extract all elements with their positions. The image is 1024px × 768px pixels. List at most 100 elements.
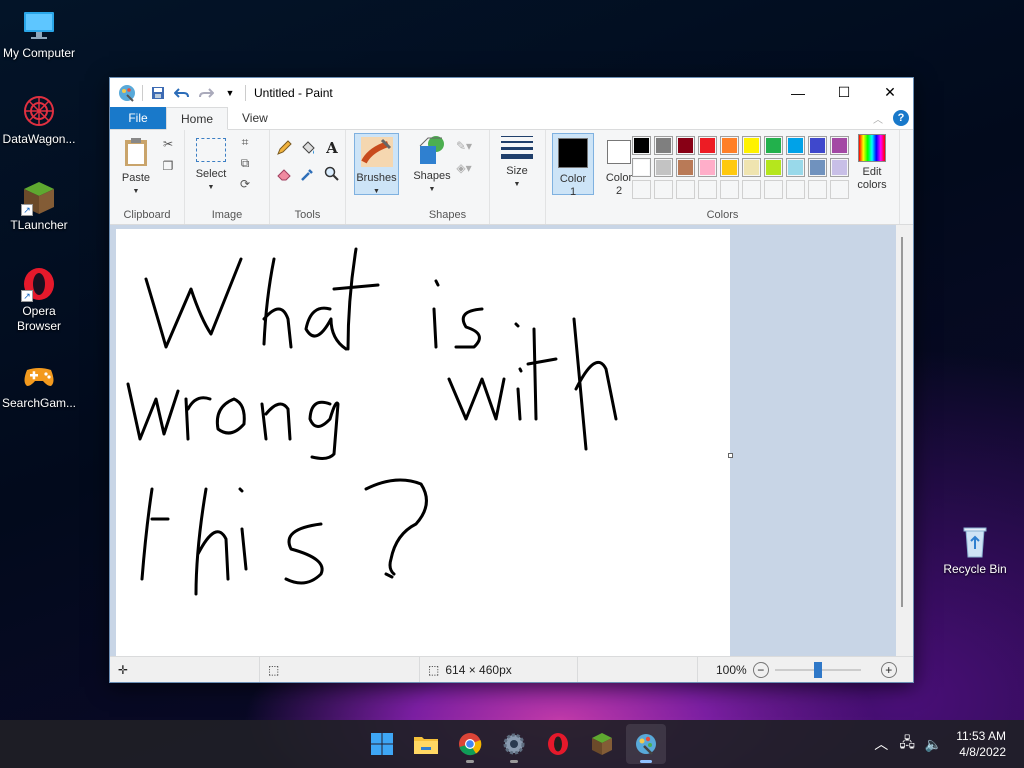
palette-swatch[interactable]: [676, 158, 695, 177]
desktop-icon-datawagon[interactable]: DataWagon...: [0, 94, 79, 147]
tab-home[interactable]: Home: [166, 107, 229, 130]
palette-swatch[interactable]: [742, 136, 761, 155]
title-bar[interactable]: ▼ Untitled - Paint — ☐ ✕: [110, 78, 913, 107]
palette-swatch[interactable]: [742, 180, 761, 199]
help-icon[interactable]: ?: [893, 110, 909, 126]
palette-swatch[interactable]: [698, 180, 717, 199]
palette-swatch[interactable]: [654, 158, 673, 177]
show-hidden-icons-chevron-icon[interactable]: ︿: [868, 734, 894, 754]
color1-button[interactable]: Color 1: [552, 133, 594, 198]
palette-swatch[interactable]: [676, 180, 695, 199]
taskbar-opera[interactable]: [538, 724, 578, 764]
eraser-icon[interactable]: [276, 166, 292, 182]
shapes-button[interactable]: Shapes ▼: [412, 134, 452, 196]
volume-icon[interactable]: 🔈: [920, 736, 946, 753]
desktop-icon-label: My Computer: [2, 46, 76, 60]
text-tool-icon[interactable]: A: [324, 140, 340, 156]
magnifier-icon[interactable]: [324, 166, 340, 182]
desktop-icon-searchgames[interactable]: SearchGam...: [0, 358, 79, 411]
paste-label: Paste: [121, 172, 151, 184]
paint-app-icon[interactable]: [118, 84, 136, 102]
rotate-icon[interactable]: ⟳: [237, 176, 253, 192]
monitor-icon: [21, 8, 57, 44]
canvas-resize-handle[interactable]: [728, 453, 733, 458]
copy-icon[interactable]: ❐: [160, 158, 176, 174]
edit-colors-label: Edit colors: [857, 166, 887, 191]
taskbar-chrome[interactable]: [450, 724, 490, 764]
line-thickness-icon: [501, 136, 533, 159]
taskbar-file-explorer[interactable]: [406, 724, 446, 764]
zoom-out-button[interactable]: −: [752, 661, 769, 678]
palette-swatch[interactable]: [830, 136, 849, 155]
zoom-slider-thumb[interactable]: [813, 661, 822, 678]
palette-swatch[interactable]: [786, 158, 805, 177]
palette-swatch[interactable]: [808, 180, 827, 199]
select-button[interactable]: Select ▼: [191, 136, 231, 194]
palette-swatch[interactable]: [632, 136, 651, 155]
shape-fill-icon[interactable]: ◈▾: [456, 160, 472, 176]
palette-swatch[interactable]: [632, 158, 651, 177]
palette-swatch[interactable]: [654, 180, 673, 199]
maximize-button[interactable]: ☐: [821, 78, 867, 107]
desktop-icon-my-computer[interactable]: My Computer: [0, 8, 79, 61]
outline-icon[interactable]: ✎▾: [456, 138, 472, 154]
palette-swatch[interactable]: [808, 158, 827, 177]
collapse-ribbon-chevron-icon[interactable]: ︿: [873, 111, 883, 126]
palette-swatch[interactable]: [764, 158, 783, 177]
palette-swatch[interactable]: [808, 136, 827, 155]
tab-file[interactable]: File: [110, 107, 166, 129]
taskbar-tlauncher[interactable]: [582, 724, 622, 764]
vertical-scrollbar[interactable]: [896, 225, 913, 657]
undo-icon[interactable]: [173, 84, 191, 102]
cut-icon[interactable]: ✂: [160, 136, 176, 152]
pencil-icon[interactable]: [276, 140, 292, 156]
desktop-icon-tlauncher[interactable]: ↗ TLauncher: [0, 180, 79, 233]
customize-qat-chevron-icon[interactable]: ▼: [221, 84, 239, 102]
palette-swatch[interactable]: [786, 180, 805, 199]
zoom-slider[interactable]: [774, 661, 861, 678]
redo-icon[interactable]: [197, 84, 215, 102]
start-button[interactable]: [362, 724, 402, 764]
paint-window[interactable]: ▼ Untitled - Paint — ☐ ✕ File Home View …: [109, 77, 914, 683]
palette-swatch[interactable]: [632, 180, 651, 199]
taskbar-settings[interactable]: [494, 724, 534, 764]
color-picker-icon[interactable]: [300, 166, 316, 182]
palette-swatch[interactable]: [654, 136, 673, 155]
palette-swatch[interactable]: [676, 136, 695, 155]
fill-bucket-icon[interactable]: [300, 140, 316, 156]
palette-swatch[interactable]: [830, 180, 849, 199]
size-button[interactable]: Size ▼: [498, 136, 536, 191]
paste-button[interactable]: Paste ▼: [116, 136, 156, 198]
tools-group-label: Tools: [294, 209, 321, 221]
palette-swatch[interactable]: [742, 158, 761, 177]
brushes-button[interactable]: Brushes ▼: [354, 133, 399, 195]
desktop-icon-opera[interactable]: ↗ Opera Browser: [0, 266, 79, 334]
close-button[interactable]: ✕: [867, 78, 913, 107]
crop-icon[interactable]: ⌗: [237, 134, 253, 150]
desktop-icon-recycle-bin[interactable]: Recycle Bin: [935, 524, 1015, 577]
palette-swatch[interactable]: [830, 158, 849, 177]
palette-swatch[interactable]: [786, 136, 805, 155]
taskbar-paint[interactable]: [626, 724, 666, 764]
palette-swatch[interactable]: [720, 158, 739, 177]
zoom-in-button[interactable]: +: [880, 661, 897, 678]
drawing-canvas[interactable]: [116, 229, 730, 657]
clock[interactable]: 11:53 AM 4/8/2022: [946, 728, 1024, 760]
grass-block-icon: ↗: [21, 180, 57, 216]
tab-view[interactable]: View: [228, 107, 282, 129]
palette-swatch[interactable]: [720, 136, 739, 155]
palette-swatch[interactable]: [698, 158, 717, 177]
palette-swatch[interactable]: [764, 180, 783, 199]
network-icon[interactable]: 🖧: [894, 732, 920, 756]
palette-swatch[interactable]: [698, 136, 717, 155]
selection-rectangle-icon: [196, 138, 226, 162]
resize-icon[interactable]: ⧉: [237, 155, 253, 171]
edit-colors-button[interactable]: Edit colors: [850, 134, 894, 192]
brush-icon: [360, 137, 393, 167]
system-tray: ︿ 🖧 🔈 11:53 AM 4/8/2022: [868, 720, 1024, 768]
palette-swatch[interactable]: [764, 136, 783, 155]
palette-swatch[interactable]: [720, 180, 739, 199]
cursor-position-icon: ✛: [110, 657, 260, 682]
minimize-button[interactable]: —: [775, 78, 821, 107]
save-icon[interactable]: [149, 84, 167, 102]
